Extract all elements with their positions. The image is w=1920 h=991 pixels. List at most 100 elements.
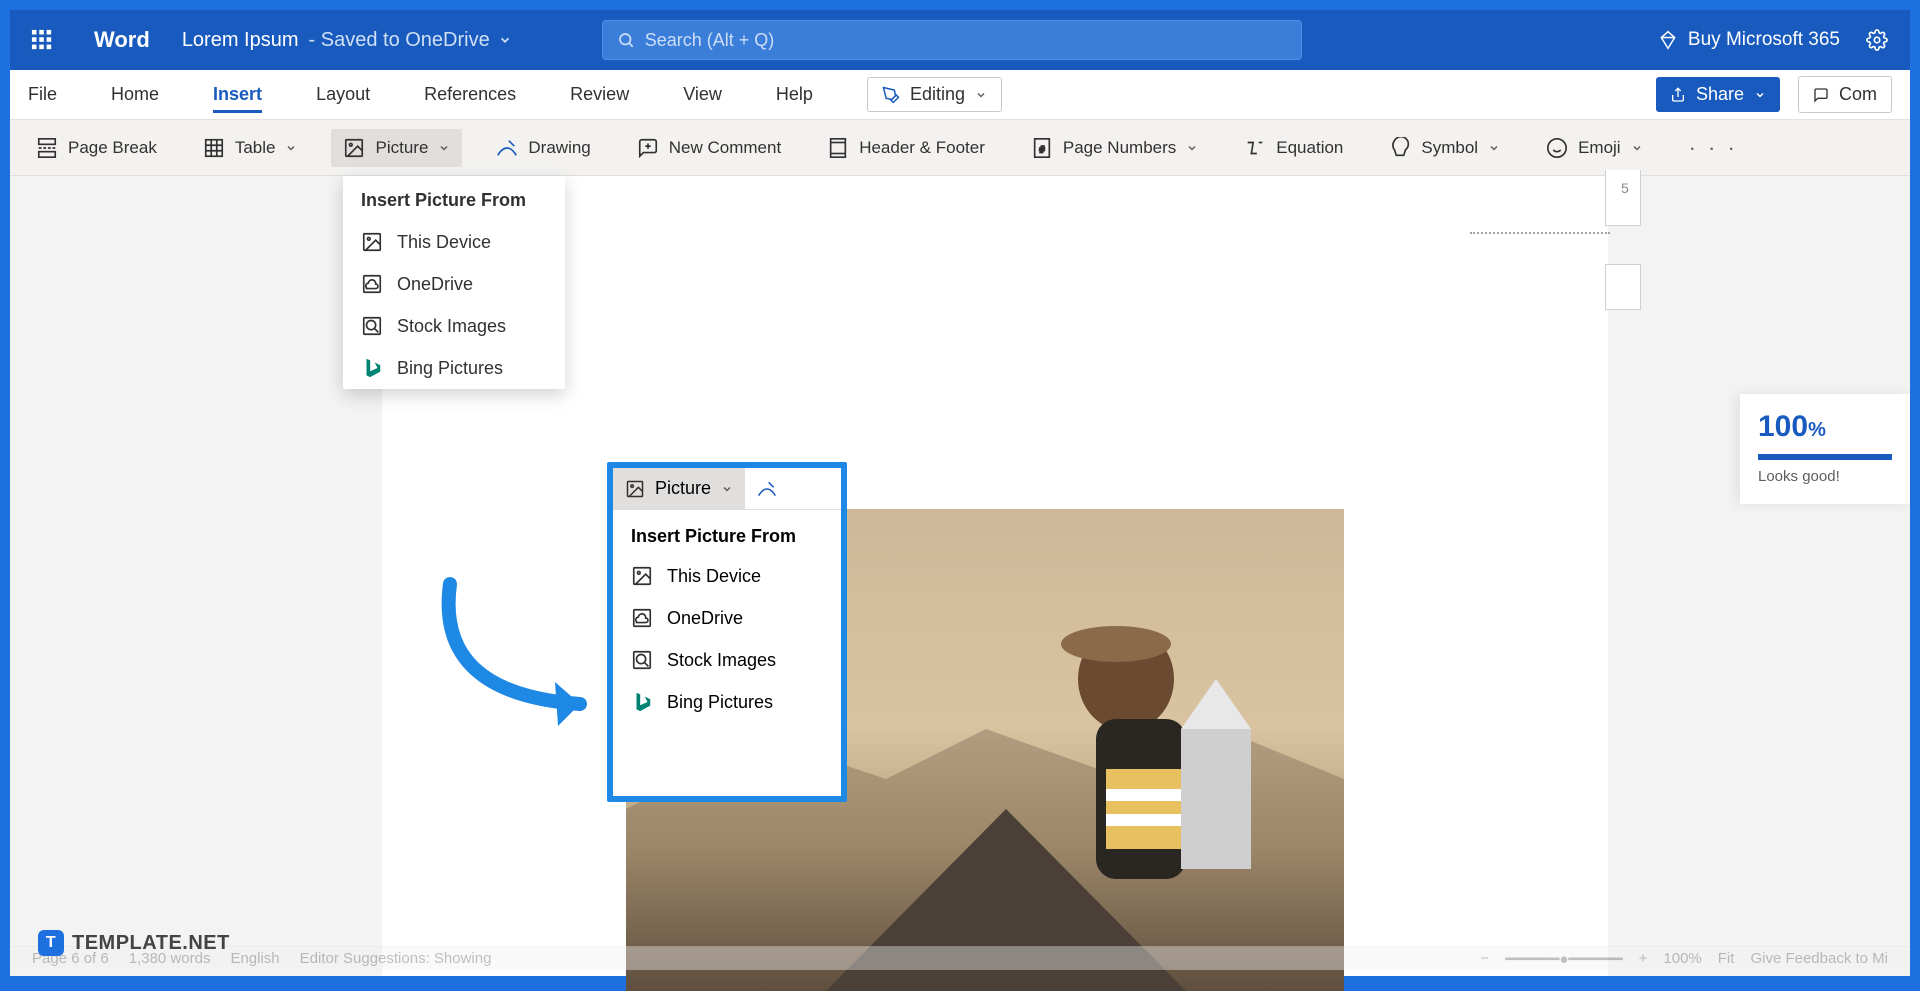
equation-icon: [1244, 137, 1266, 159]
callout-menu-header: Insert Picture From: [613, 510, 841, 555]
ribbon-toolbar: Page Break Table Picture Drawing New Com…: [10, 120, 1910, 176]
page-break-button[interactable]: Page Break: [24, 129, 169, 167]
tab-references[interactable]: References: [424, 76, 516, 113]
more-commands-button[interactable]: · · ·: [1677, 135, 1750, 161]
symbol-button[interactable]: Symbol: [1377, 129, 1512, 167]
stock-images-icon: [631, 649, 653, 671]
settings-icon[interactable]: [1866, 29, 1888, 51]
share-button[interactable]: Share: [1656, 77, 1780, 112]
status-bar: Page 6 of 6 1,380 words English Editor S…: [10, 946, 1910, 970]
new-comment-button[interactable]: New Comment: [625, 129, 793, 167]
tab-view[interactable]: View: [683, 76, 722, 113]
tab-insert[interactable]: Insert: [213, 76, 262, 113]
callout-picture-button[interactable]: Picture: [613, 468, 745, 509]
status-feedback[interactable]: Give Feedback to Mi: [1750, 950, 1888, 968]
chevron-down-icon: [975, 89, 987, 101]
header-footer-icon: [827, 137, 849, 159]
menu-header: Insert Picture From: [343, 176, 565, 221]
header-footer-label: Header & Footer: [859, 138, 985, 158]
page-numbers-icon: #: [1031, 137, 1053, 159]
title-bar-right: Buy Microsoft 365: [1658, 29, 1910, 51]
share-icon: [1670, 87, 1686, 103]
app-launcher-icon[interactable]: [18, 16, 66, 64]
drawing-button[interactable]: Drawing: [484, 129, 602, 167]
equation-button[interactable]: Equation: [1232, 129, 1355, 167]
callout-label: OneDrive: [667, 608, 743, 629]
equation-label: Equation: [1276, 138, 1343, 158]
picture-icon: [625, 479, 645, 499]
comments-button[interactable]: Com: [1798, 76, 1892, 113]
tab-home[interactable]: Home: [111, 76, 159, 113]
device-icon: [631, 565, 653, 587]
callout-item-onedrive[interactable]: OneDrive: [613, 597, 841, 639]
symbol-label: Symbol: [1421, 138, 1478, 158]
status-suggestions[interactable]: Editor Suggestions: Showing: [300, 950, 492, 967]
header-footer-button[interactable]: Header & Footer: [815, 129, 997, 167]
chevron-down-icon: [285, 142, 297, 154]
app-window: Word Lorem Ipsum - Saved to OneDrive Sea…: [10, 10, 1910, 970]
status-zoom[interactable]: 100%: [1663, 950, 1701, 968]
table-button[interactable]: Table: [191, 129, 310, 167]
status-fit[interactable]: Fit: [1718, 950, 1735, 968]
page-numbers-button[interactable]: # Page Numbers: [1019, 129, 1210, 167]
menu-label: Stock Images: [397, 316, 506, 337]
zoom-in-button[interactable]: +: [1639, 950, 1648, 968]
tab-layout[interactable]: Layout: [316, 76, 370, 113]
chevron-down-icon: [721, 483, 733, 495]
chevron-down-icon: [438, 142, 450, 154]
chevron-down-icon: [1186, 142, 1198, 154]
symbol-icon: [1389, 137, 1411, 159]
document-title[interactable]: Lorem Ipsum - Saved to OneDrive: [182, 29, 512, 52]
chevron-down-icon: [1488, 142, 1500, 154]
table-label: Table: [235, 138, 276, 158]
bing-icon: [361, 357, 383, 379]
tutorial-arrow: [430, 574, 620, 774]
editor-score-panel[interactable]: 100% Looks good!: [1740, 394, 1910, 504]
buy-microsoft-365[interactable]: Buy Microsoft 365: [1658, 29, 1840, 51]
tab-help[interactable]: Help: [776, 76, 813, 113]
stock-images-icon: [361, 315, 383, 337]
picture-button[interactable]: Picture: [331, 129, 462, 167]
comments-label: Com: [1839, 84, 1877, 105]
callout-item-bing-pictures[interactable]: Bing Pictures: [613, 681, 841, 723]
chevron-down-icon: [1754, 89, 1766, 101]
comment-icon: [1813, 87, 1829, 103]
share-label: Share: [1696, 84, 1744, 105]
tab-review[interactable]: Review: [570, 76, 629, 113]
menu-item-bing-pictures[interactable]: Bing Pictures: [343, 347, 565, 389]
editor-progress-bar: [1758, 454, 1892, 460]
zoom-out-button[interactable]: −: [1480, 950, 1489, 968]
emoji-button[interactable]: Emoji: [1534, 129, 1655, 167]
menu-item-this-device[interactable]: This Device: [343, 221, 565, 263]
emoji-label: Emoji: [1578, 138, 1621, 158]
doc-name-text: Lorem Ipsum: [182, 29, 299, 52]
score-value: 100: [1758, 410, 1808, 443]
watermark-badge: T: [38, 930, 64, 956]
picture-icon: [343, 137, 365, 159]
callout-item-stock-images[interactable]: Stock Images: [613, 639, 841, 681]
picture-label: Picture: [375, 138, 428, 158]
app-name: Word: [94, 27, 150, 53]
status-language[interactable]: English: [230, 950, 279, 967]
score-percent: %: [1808, 419, 1826, 441]
page-break-label: Page Break: [68, 138, 157, 158]
drawing-label: Drawing: [528, 138, 590, 158]
editing-label: Editing: [910, 84, 965, 105]
premium-icon: [1658, 30, 1678, 50]
zoom-slider[interactable]: ━━━━━━●━━━━━━: [1505, 950, 1622, 968]
tab-file[interactable]: File: [28, 76, 57, 113]
callout-label: This Device: [667, 566, 761, 587]
menu-label: Bing Pictures: [397, 358, 503, 379]
document-canvas: 5: [10, 176, 1910, 976]
ruler-tick-5: 5: [1621, 180, 1629, 196]
menu-label: OneDrive: [397, 274, 473, 295]
callout-label: Bing Pictures: [667, 692, 773, 713]
menu-item-stock-images[interactable]: Stock Images: [343, 305, 565, 347]
editing-mode-button[interactable]: Editing: [867, 77, 1002, 112]
bing-icon: [631, 691, 653, 713]
menu-label: This Device: [397, 232, 491, 253]
search-input[interactable]: Search (Alt + Q): [602, 20, 1302, 60]
callout-item-this-device[interactable]: This Device: [613, 555, 841, 597]
callout-drawing-button[interactable]: [745, 469, 789, 509]
menu-item-onedrive[interactable]: OneDrive: [343, 263, 565, 305]
